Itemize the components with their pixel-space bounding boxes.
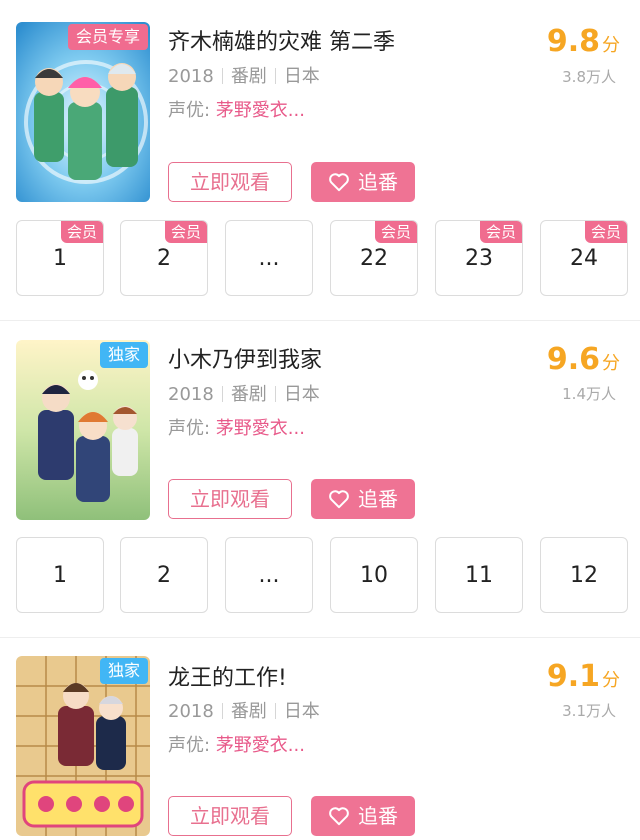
voice-actors: 声优: 茅野愛衣... [168,96,305,122]
poster-image[interactable]: 会员专享 [16,22,150,202]
watch-now-button[interactable]: 立即观看 [168,479,292,519]
rating-score: 9.8 分 [500,24,620,59]
rating-score: 9.1 分 [500,659,620,694]
episode-list: 1 2 ... 10 11 12 [0,537,640,615]
episode-list: 1 会员 2 会员 ... 22 会员 23 会员 24 会员 [0,220,640,298]
heart-outline-icon [329,807,349,826]
anime-meta: 2018 番剧 日本 [168,380,320,406]
view-count: 1.4万人 [562,385,616,403]
episode-button[interactable]: 24 会员 [540,220,628,296]
separator [221,703,223,719]
separator [221,386,223,402]
follow-button[interactable]: 追番 [311,479,415,519]
divider [0,637,640,638]
year-text: 2018 [168,66,214,87]
divider [0,320,640,321]
type-text: 番剧 [230,66,267,87]
va-names: 茅野愛衣... [215,418,305,439]
voice-actors: 声优: 茅野愛衣... [168,731,305,757]
episode-button[interactable]: 22 会员 [330,220,418,296]
score-unit: 分 [602,35,620,56]
year-text: 2018 [168,384,214,405]
score-value: 9.8 [546,24,600,59]
type-text: 番剧 [230,701,267,722]
view-count: 3.8万人 [562,68,616,86]
episode-button[interactable]: 11 [435,537,523,613]
anime-title[interactable]: 龙王的工作! [168,660,287,692]
member-tag: 会员 [584,221,627,243]
view-count: 3.1万人 [562,702,616,720]
episode-button[interactable]: 23 会员 [435,220,523,296]
score-unit: 分 [602,353,620,374]
region-text: 日本 [283,701,320,722]
separator [274,68,276,84]
score-unit: 分 [602,670,620,691]
type-text: 番剧 [230,384,267,405]
member-tag: 会员 [479,221,522,243]
follow-button[interactable]: 追番 [311,162,415,202]
anime-title[interactable]: 小木乃伊到我家 [168,342,322,374]
episode-button[interactable]: 1 [16,537,104,613]
score-value: 9.1 [546,659,600,694]
follow-button[interactable]: 追番 [311,796,415,836]
episode-more-button[interactable]: ... [225,537,313,613]
va-names: 茅野愛衣... [215,100,305,121]
watch-now-button[interactable]: 立即观看 [168,162,292,202]
watch-now-button[interactable]: 立即观看 [168,796,292,836]
region-text: 日本 [283,66,320,87]
separator [274,703,276,719]
episode-more-button[interactable]: ... [225,220,313,296]
member-tag: 会员 [374,221,417,243]
member-only-badge: 会员专享 [67,24,148,50]
episode-button[interactable]: 2 [120,537,208,613]
episode-button[interactable]: 1 会员 [16,220,104,296]
year-text: 2018 [168,701,214,722]
separator [221,68,223,84]
score-value: 9.6 [546,342,600,377]
poster-image[interactable]: 独家 [16,656,150,836]
exclusive-badge: 独家 [99,342,148,368]
separator [274,386,276,402]
voice-actors: 声优: 茅野愛衣... [168,414,305,440]
anime-meta: 2018 番剧 日本 [168,697,320,723]
va-names: 茅野愛衣... [215,735,305,756]
exclusive-badge: 独家 [99,658,148,684]
va-label: 声优: [168,735,211,756]
episode-button[interactable]: 2 会员 [120,220,208,296]
follow-label: 追番 [358,804,398,828]
heart-outline-icon [329,173,349,192]
va-label: 声优: [168,100,211,121]
follow-label: 追番 [358,170,398,194]
member-tag: 会员 [164,221,207,243]
anime-meta: 2018 番剧 日本 [168,62,320,88]
member-tag: 会员 [60,221,103,243]
rating-score: 9.6 分 [500,342,620,377]
va-label: 声优: [168,418,211,439]
poster-image[interactable]: 独家 [16,340,150,520]
anime-title[interactable]: 齐木楠雄的灾难 第二季 [168,24,395,56]
region-text: 日本 [283,384,320,405]
episode-button[interactable]: 10 [330,537,418,613]
episode-button[interactable]: 12 [540,537,628,613]
heart-outline-icon [329,490,349,509]
follow-label: 追番 [358,487,398,511]
